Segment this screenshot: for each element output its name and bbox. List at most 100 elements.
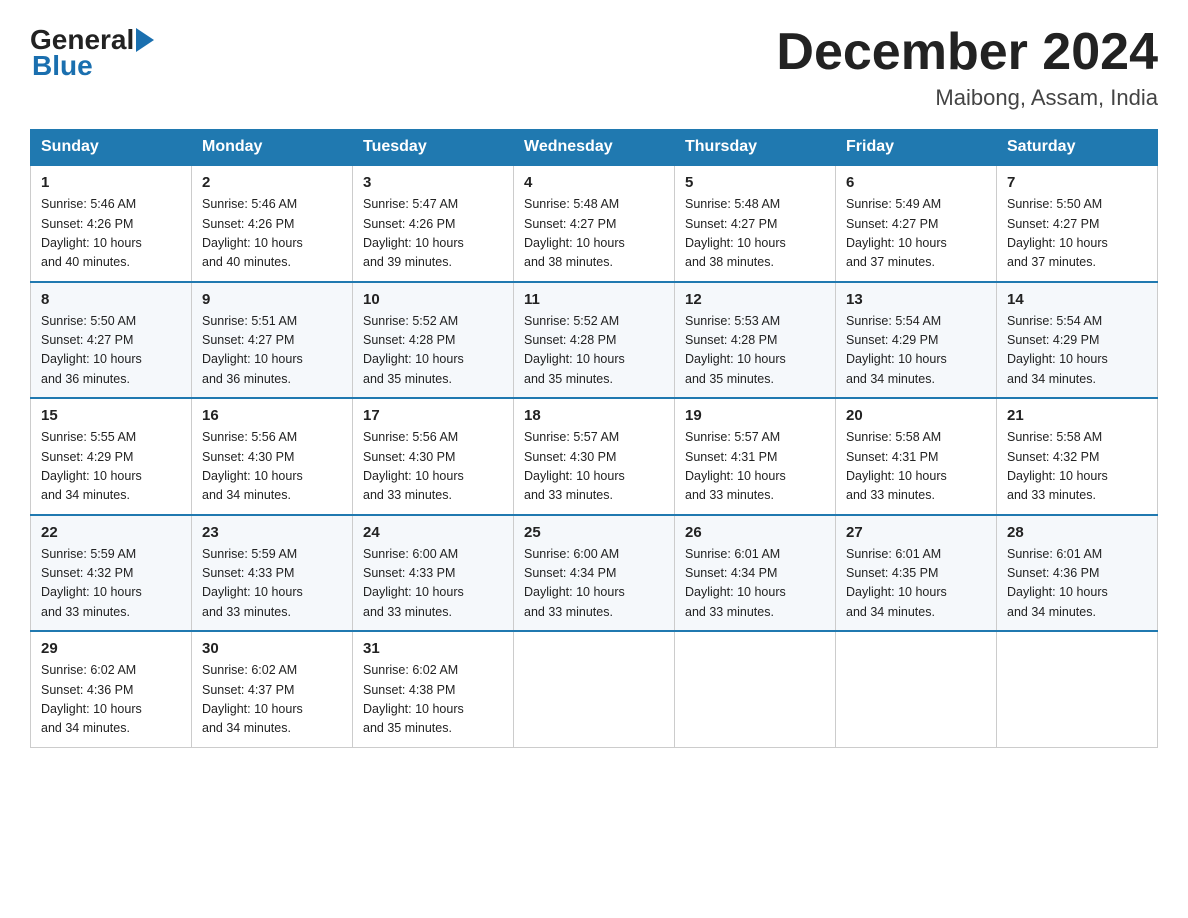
day-info: Sunrise: 6:01 AMSunset: 4:35 PMDaylight:… [846,545,986,623]
day-info: Sunrise: 5:56 AMSunset: 4:30 PMDaylight:… [202,428,342,506]
day-info: Sunrise: 6:02 AMSunset: 4:37 PMDaylight:… [202,661,342,739]
calendar-cell [675,631,836,747]
day-info: Sunrise: 5:59 AMSunset: 4:32 PMDaylight:… [41,545,181,623]
header-sunday: Sunday [31,130,192,166]
page-header: General Blue December 2024 Maibong, Assa… [30,24,1158,111]
calendar-cell: 7 Sunrise: 5:50 AMSunset: 4:27 PMDaylight… [997,165,1158,282]
day-info: Sunrise: 5:56 AMSunset: 4:30 PMDaylight:… [363,428,503,506]
calendar-cell: 26Sunrise: 6:01 AMSunset: 4:34 PMDayligh… [675,515,836,632]
day-number: 6 [846,174,986,191]
day-info: Sunrise: 6:00 AMSunset: 4:34 PMDaylight:… [524,545,664,623]
calendar-cell: 22 Sunrise: 5:59 AMSunset: 4:32 PMDayligh… [31,515,192,632]
day-number: 23 [202,524,342,541]
header-monday: Monday [192,130,353,166]
location-subtitle: Maibong, Assam, India [776,85,1158,111]
day-info: Sunrise: 5:50 AMSunset: 4:27 PMDaylight:… [41,312,181,390]
calendar-cell: 11 Sunrise: 5:52 AMSunset: 4:28 PMDayligh… [514,282,675,399]
calendar-cell [514,631,675,747]
calendar-cell: 16 Sunrise: 5:56 AMSunset: 4:30 PMDayligh… [192,398,353,515]
calendar-cell: 2Sunrise: 5:46 AMSunset: 4:26 PMDaylight… [192,165,353,282]
day-number: 30 [202,640,342,657]
day-info: Sunrise: 5:50 AMSunset: 4:27 PMDaylight:… [1007,195,1147,273]
calendar-cell: 30 Sunrise: 6:02 AMSunset: 4:37 PMDayligh… [192,631,353,747]
day-info: Sunrise: 5:57 AMSunset: 4:30 PMDaylight:… [524,428,664,506]
day-number: 5 [685,174,825,191]
day-info: Sunrise: 6:00 AMSunset: 4:33 PMDaylight:… [363,545,503,623]
calendar-cell: 29Sunrise: 6:02 AMSunset: 4:36 PMDayligh… [31,631,192,747]
calendar-cell: 10 Sunrise: 5:52 AMSunset: 4:28 PMDayligh… [353,282,514,399]
day-number: 31 [363,640,503,657]
day-number: 20 [846,407,986,424]
calendar-cell: 12Sunrise: 5:53 AMSunset: 4:28 PMDayligh… [675,282,836,399]
day-number: 7 [1007,174,1147,191]
day-info: Sunrise: 5:47 AMSunset: 4:26 PMDaylight:… [363,195,503,273]
calendar-week-row: 1 Sunrise: 5:46 AMSunset: 4:26 PMDaylight… [31,165,1158,282]
day-number: 17 [363,407,503,424]
calendar-cell: 24 Sunrise: 6:00 AMSunset: 4:33 PMDayligh… [353,515,514,632]
day-number: 15 [41,407,181,424]
day-info: Sunrise: 5:58 AMSunset: 4:31 PMDaylight:… [846,428,986,506]
day-info: Sunrise: 5:52 AMSunset: 4:28 PMDaylight:… [524,312,664,390]
day-info: Sunrise: 5:46 AMSunset: 4:26 PMDaylight:… [41,195,181,273]
calendar-cell: 17 Sunrise: 5:56 AMSunset: 4:30 PMDayligh… [353,398,514,515]
day-number: 3 [363,174,503,191]
day-number: 22 [41,524,181,541]
day-number: 27 [846,524,986,541]
day-number: 12 [685,291,825,308]
day-info: Sunrise: 6:02 AMSunset: 4:38 PMDaylight:… [363,661,503,739]
calendar-cell: 9Sunrise: 5:51 AMSunset: 4:27 PMDaylight… [192,282,353,399]
day-number: 4 [524,174,664,191]
calendar-week-row: 29Sunrise: 6:02 AMSunset: 4:36 PMDayligh… [31,631,1158,747]
day-info: Sunrise: 5:54 AMSunset: 4:29 PMDaylight:… [1007,312,1147,390]
calendar-header-row: SundayMondayTuesdayWednesdayThursdayFrid… [31,130,1158,166]
day-number: 19 [685,407,825,424]
day-number: 18 [524,407,664,424]
day-number: 10 [363,291,503,308]
day-info: Sunrise: 5:59 AMSunset: 4:33 PMDaylight:… [202,545,342,623]
calendar-cell: 31 Sunrise: 6:02 AMSunset: 4:38 PMDayligh… [353,631,514,747]
calendar-cell: 4 Sunrise: 5:48 AMSunset: 4:27 PMDaylight… [514,165,675,282]
calendar-cell: 14 Sunrise: 5:54 AMSunset: 4:29 PMDayligh… [997,282,1158,399]
header-tuesday: Tuesday [353,130,514,166]
calendar-table: SundayMondayTuesdayWednesdayThursdayFrid… [30,129,1158,748]
day-number: 25 [524,524,664,541]
header-wednesday: Wednesday [514,130,675,166]
day-info: Sunrise: 5:48 AMSunset: 4:27 PMDaylight:… [685,195,825,273]
calendar-cell: 21Sunrise: 5:58 AMSunset: 4:32 PMDayligh… [997,398,1158,515]
logo-arrow-icon [136,26,158,54]
header-saturday: Saturday [997,130,1158,166]
day-info: Sunrise: 5:46 AMSunset: 4:26 PMDaylight:… [202,195,342,273]
calendar-cell: 18 Sunrise: 5:57 AMSunset: 4:30 PMDayligh… [514,398,675,515]
day-info: Sunrise: 5:52 AMSunset: 4:28 PMDaylight:… [363,312,503,390]
calendar-cell: 8Sunrise: 5:50 AMSunset: 4:27 PMDaylight… [31,282,192,399]
header-friday: Friday [836,130,997,166]
calendar-cell: 15 Sunrise: 5:55 AMSunset: 4:29 PMDayligh… [31,398,192,515]
day-number: 14 [1007,291,1147,308]
calendar-week-row: 8Sunrise: 5:50 AMSunset: 4:27 PMDaylight… [31,282,1158,399]
calendar-cell: 13Sunrise: 5:54 AMSunset: 4:29 PMDayligh… [836,282,997,399]
calendar-cell: 23 Sunrise: 5:59 AMSunset: 4:33 PMDayligh… [192,515,353,632]
day-info: Sunrise: 5:55 AMSunset: 4:29 PMDaylight:… [41,428,181,506]
day-info: Sunrise: 5:51 AMSunset: 4:27 PMDaylight:… [202,312,342,390]
day-number: 24 [363,524,503,541]
calendar-cell [997,631,1158,747]
logo: General Blue [30,24,158,82]
calendar-cell: 6 Sunrise: 5:49 AMSunset: 4:27 PMDaylight… [836,165,997,282]
day-number: 13 [846,291,986,308]
calendar-title-block: December 2024 Maibong, Assam, India [776,24,1158,111]
calendar-week-row: 15 Sunrise: 5:55 AMSunset: 4:29 PMDayligh… [31,398,1158,515]
calendar-cell: 19 Sunrise: 5:57 AMSunset: 4:31 PMDayligh… [675,398,836,515]
day-info: Sunrise: 5:57 AMSunset: 4:31 PMDaylight:… [685,428,825,506]
day-info: Sunrise: 6:01 AMSunset: 4:34 PMDaylight:… [685,545,825,623]
day-number: 11 [524,291,664,308]
day-number: 1 [41,174,181,191]
calendar-cell [836,631,997,747]
logo-blue-text: Blue [30,50,93,82]
day-info: Sunrise: 5:58 AMSunset: 4:32 PMDaylight:… [1007,428,1147,506]
day-info: Sunrise: 5:49 AMSunset: 4:27 PMDaylight:… [846,195,986,273]
calendar-cell: 1 Sunrise: 5:46 AMSunset: 4:26 PMDaylight… [31,165,192,282]
day-number: 16 [202,407,342,424]
day-info: Sunrise: 5:48 AMSunset: 4:27 PMDaylight:… [524,195,664,273]
day-info: Sunrise: 6:01 AMSunset: 4:36 PMDaylight:… [1007,545,1147,623]
calendar-cell: 5 Sunrise: 5:48 AMSunset: 4:27 PMDaylight… [675,165,836,282]
